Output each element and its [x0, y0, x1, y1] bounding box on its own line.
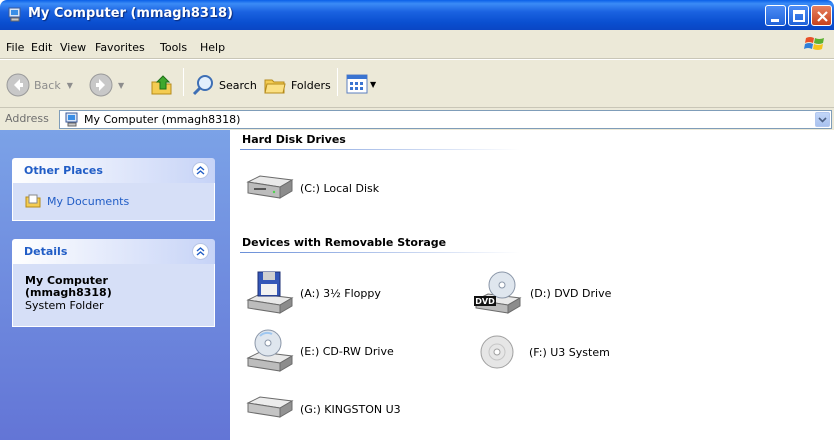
menu-view[interactable]: View: [60, 41, 86, 54]
search-label: Search: [219, 78, 257, 92]
menu-tools[interactable]: Tools: [160, 41, 187, 54]
details-type: System Folder: [25, 299, 104, 312]
chevron-up-icon: [196, 247, 205, 256]
folders-label: Folders: [291, 78, 331, 92]
my-documents-icon: [25, 194, 41, 208]
collapse-other-places-button[interactable]: [192, 162, 209, 179]
cd-disc-icon: [480, 335, 514, 369]
minimize-button[interactable]: [765, 5, 786, 26]
forward-button[interactable]: ▼: [89, 73, 124, 97]
my-computer-icon: [65, 112, 78, 127]
dvd-drive-icon: DVD: [474, 271, 522, 314]
drive-c-label: (C:) Local Disk: [300, 181, 380, 195]
my-computer-icon: [8, 7, 21, 22]
toolbar-separator: [183, 68, 184, 96]
content-area: Hard Disk Drives (C:) Local Disk Devices…: [230, 130, 834, 440]
task-pane: Other Places My Documents Details My Com…: [0, 130, 230, 440]
collapse-details-button[interactable]: [192, 243, 209, 260]
folders-button[interactable]: Folders: [263, 73, 331, 97]
close-button[interactable]: [811, 5, 832, 26]
drive-f[interactable]: (F:) U3 System: [478, 333, 610, 371]
title-bar[interactable]: My Computer (mmagh8318): [0, 0, 834, 30]
menu-favorites[interactable]: Favorites: [95, 41, 145, 54]
folders-icon: [264, 79, 286, 94]
back-label: Back: [34, 78, 61, 92]
up-folder-button[interactable]: [150, 73, 174, 97]
details-body: My Computer (mmagh8318) System Folder: [12, 264, 215, 327]
group-divider: [240, 149, 520, 150]
forward-dropdown-icon[interactable]: ▼: [118, 81, 124, 90]
views-dropdown-icon[interactable]: ▼: [370, 80, 376, 89]
close-icon: [817, 11, 828, 22]
maximize-button[interactable]: [788, 5, 809, 26]
group-title-hard-disk-drives: Hard Disk Drives: [242, 133, 346, 146]
address-value: My Computer (mmagh8318): [84, 113, 241, 126]
views-icon: [346, 74, 368, 94]
toolbar-separator: [337, 68, 338, 96]
drive-e[interactable]: (E:) CD-RW Drive: [244, 328, 394, 374]
floppy-drive-icon: [246, 271, 294, 314]
other-places-header[interactable]: Other Places: [12, 158, 215, 183]
back-dropdown-icon[interactable]: ▼: [67, 81, 73, 90]
drive-c[interactable]: (C:) Local Disk: [244, 172, 379, 204]
group-title-removable-storage: Devices with Removable Storage: [242, 236, 447, 249]
drive-g[interactable]: (G:) KINGSTON U3: [244, 393, 401, 425]
address-input[interactable]: My Computer (mmagh8318): [59, 110, 832, 129]
address-label: Address: [5, 112, 49, 125]
hard-disk-icon: [246, 175, 294, 199]
my-documents-link[interactable]: My Documents: [25, 194, 129, 208]
address-bar: Address My Computer (mmagh8318): [0, 108, 834, 130]
toolbar: [0, 60, 834, 108]
details-title: Details: [24, 245, 68, 258]
menu-help[interactable]: Help: [200, 41, 225, 54]
minimize-icon: [771, 19, 779, 22]
views-button[interactable]: ▼: [346, 73, 376, 95]
details-header[interactable]: Details: [12, 239, 215, 264]
my-documents-label: My Documents: [47, 194, 130, 208]
up-folder-icon: [151, 75, 172, 95]
menu-file[interactable]: File: [6, 41, 24, 54]
drive-g-label: (G:) KINGSTON U3: [300, 402, 401, 416]
windows-logo-icon: [804, 37, 824, 50]
drive-a[interactable]: (A:) 3½ Floppy: [244, 270, 381, 316]
other-places-body: My Documents: [12, 183, 215, 221]
drive-d[interactable]: DVD (D:) DVD Drive: [472, 270, 611, 316]
drive-d-label: (D:) DVD Drive: [530, 286, 612, 300]
group-divider: [240, 252, 520, 253]
drive-a-label: (A:) 3½ Floppy: [300, 286, 381, 300]
details-name-line2: (mmagh8318): [25, 286, 112, 299]
window-title: My Computer (mmagh8318): [28, 6, 233, 21]
menu-bar: File Edit View Favorites Tools Help: [0, 30, 834, 59]
back-arrow-icon: [6, 73, 30, 97]
maximize-icon: [793, 10, 805, 22]
forward-arrow-icon: [89, 73, 113, 97]
address-dropdown-button[interactable]: [815, 112, 830, 127]
drive-e-label: (E:) CD-RW Drive: [300, 344, 394, 358]
chevron-up-icon: [196, 166, 205, 175]
search-icon: [192, 75, 213, 96]
chevron-down-icon: [818, 117, 827, 123]
search-button[interactable]: Search: [191, 73, 257, 97]
other-places-title: Other Places: [24, 164, 103, 177]
cd-drive-icon: [246, 329, 294, 372]
back-button[interactable]: Back ▼: [6, 73, 73, 97]
svg-text:DVD: DVD: [475, 297, 495, 306]
menu-edit[interactable]: Edit: [31, 41, 52, 54]
drive-f-label: (F:) U3 System: [529, 345, 610, 359]
removable-disk-icon: [246, 396, 294, 418]
